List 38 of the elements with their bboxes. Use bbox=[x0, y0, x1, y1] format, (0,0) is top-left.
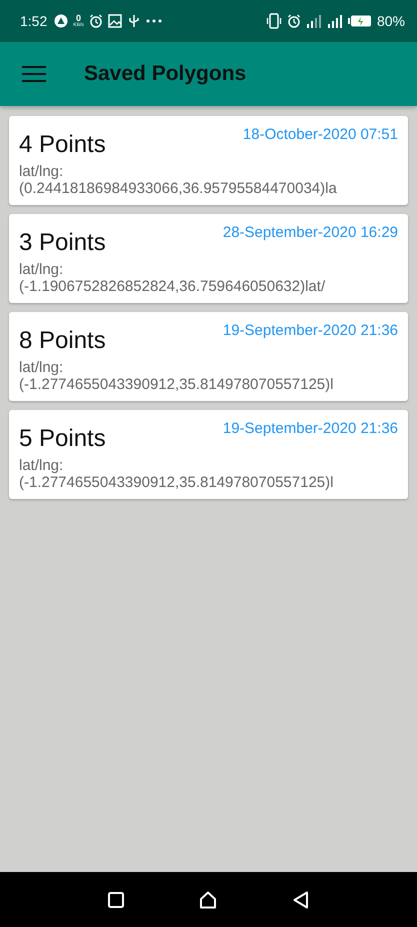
alarm-icon bbox=[286, 14, 301, 28]
points-count: 3 Points bbox=[19, 229, 106, 257]
points-count: 4 Points bbox=[19, 131, 106, 159]
polygon-card[interactable]: 3 Points 28-September-2020 16:29 lat/lng: (-1.1906752826852824,36.759646050632)lat/ bbox=[9, 214, 408, 303]
battery-icon bbox=[348, 15, 372, 27]
coords-label: lat/lng: bbox=[19, 457, 64, 474]
polygon-card[interactable]: 4 Points 18-October-2020 07:51 lat/lng: (0.24418186984933066,36.95795584470034)la bbox=[9, 116, 408, 205]
coords-text: (-1.2774655043390912,35.814978070557125)l bbox=[19, 376, 334, 393]
recents-icon[interactable] bbox=[108, 892, 124, 908]
usb-icon bbox=[126, 14, 141, 28]
coords-label: lat/lng: bbox=[19, 359, 64, 376]
alarm-icon bbox=[88, 14, 103, 28]
home-icon[interactable] bbox=[199, 890, 218, 908]
saved-date: 18-October-2020 07:51 bbox=[242, 126, 398, 143]
app-notification-icon bbox=[54, 14, 68, 28]
saved-date: 19-September-2020 21:36 bbox=[222, 322, 398, 339]
image-icon bbox=[108, 14, 122, 28]
polygon-card[interactable]: 5 Points 19-September-2020 21:36 lat/lng: (-1.2774655043390912,35.814978070557125)l bbox=[9, 410, 408, 499]
status-time: 1:52 bbox=[20, 13, 48, 29]
signal-icon bbox=[306, 14, 322, 28]
saved-date: 28-September-2020 16:29 bbox=[222, 224, 398, 241]
battery-percent: 80% bbox=[376, 13, 405, 29]
coords-label: lat/lng: bbox=[19, 261, 64, 278]
vibrate-icon bbox=[266, 13, 282, 29]
more-icon bbox=[146, 19, 162, 23]
coords-label: lat/lng: bbox=[19, 163, 64, 180]
menu-icon bbox=[22, 65, 46, 83]
net-speed-value: 0 bbox=[76, 14, 82, 23]
coords-text: (-1.2774655043390912,35.814978070557125)l bbox=[19, 474, 334, 491]
saved-date: 19-September-2020 21:36 bbox=[222, 420, 398, 437]
coords-text: (0.24418186984933066,36.95795584470034)la bbox=[19, 180, 338, 197]
points-count: 8 Points bbox=[19, 327, 106, 355]
coords-text: (-1.1906752826852824,36.759646050632)lat/ bbox=[19, 278, 326, 295]
back-icon[interactable] bbox=[293, 890, 310, 908]
points-count: 5 Points bbox=[19, 425, 106, 453]
polygon-card[interactable]: 8 Points 19-September-2020 21:36 lat/lng: (-1.2774655043390912,35.814978070557125)l bbox=[9, 312, 408, 401]
screen-title: Saved Polygons bbox=[84, 62, 246, 86]
signal-icon bbox=[326, 14, 343, 28]
